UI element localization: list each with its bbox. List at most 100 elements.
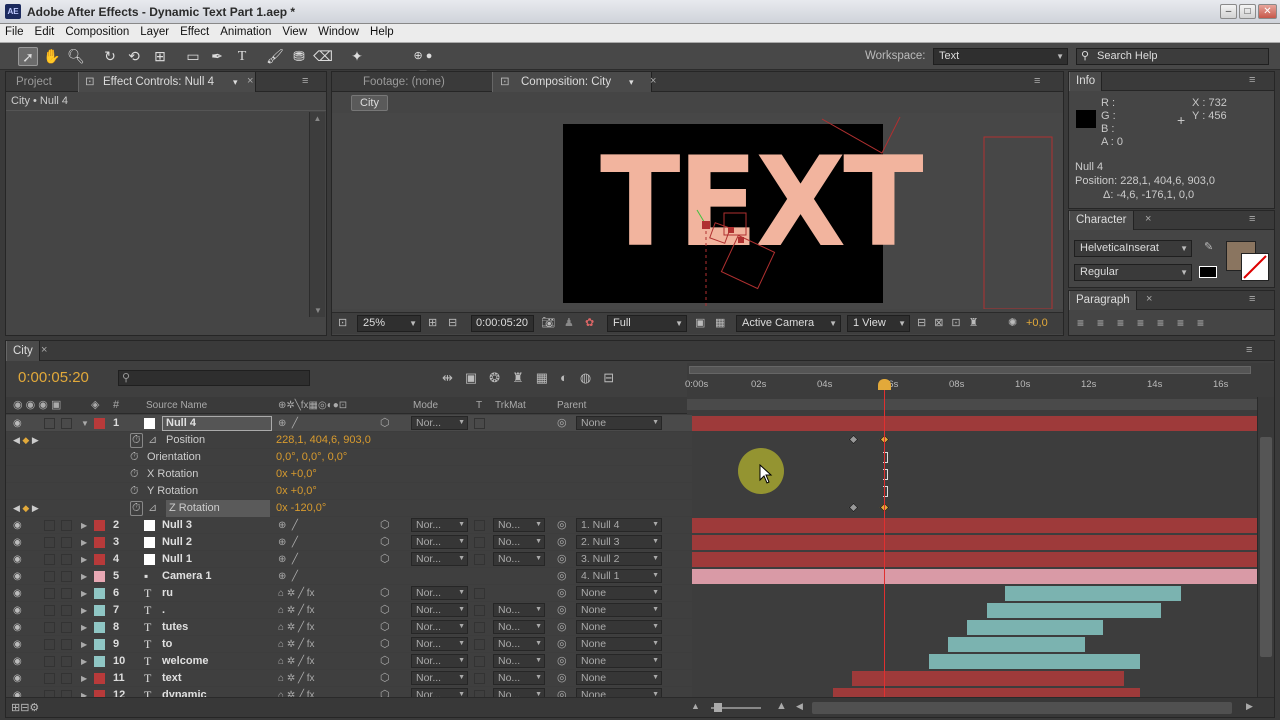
menu-edit[interactable]: Edit bbox=[30, 24, 61, 38]
parent-dropdown[interactable]: None ▼ bbox=[576, 603, 662, 617]
property-row[interactable]: ⏱︎ Orientation 0,0°, 0,0°, 0,0° bbox=[6, 449, 692, 466]
current-time-indicator[interactable] bbox=[884, 381, 885, 697]
lock-box[interactable] bbox=[61, 690, 72, 697]
mode-dropdown[interactable]: Nor... ▼ bbox=[411, 620, 468, 634]
chevron-right-icon[interactable]: ▶ bbox=[81, 568, 87, 585]
mode-dropdown[interactable]: Nor... ▼ bbox=[411, 535, 468, 549]
pickwhip-icon[interactable]: ◎ bbox=[557, 415, 567, 432]
3d-layer-icon[interactable]: ⬡ bbox=[380, 415, 390, 432]
zoom-in-icon[interactable]: ▲ bbox=[776, 700, 787, 712]
label-color-swatch[interactable] bbox=[94, 418, 105, 429]
zoom-tool-icon[interactable]: 🔍︎ bbox=[66, 47, 86, 66]
eye-icon[interactable]: ◉ bbox=[13, 602, 22, 619]
menu-animation[interactable]: Animation bbox=[215, 24, 277, 38]
layer-row[interactable]: ◉ ▶ 11 Ttext ⌂ ✲ ╱ fx ⬡ Nor... ▼ No... ▼ ◎ None ▼ bbox=[6, 670, 692, 687]
layer-name[interactable]: dynamic bbox=[162, 687, 207, 697]
camera-view-dropdown[interactable]: Active Camera ▼ bbox=[736, 315, 841, 332]
lock-box[interactable] bbox=[61, 588, 72, 599]
orbit-camera-icon[interactable]: ⟲ bbox=[124, 47, 144, 66]
stopwatch-icon[interactable]: ⏱︎ bbox=[130, 501, 143, 516]
keyframe-diamond[interactable] bbox=[848, 434, 859, 445]
resolution-dropdown[interactable]: Full ▼ bbox=[607, 315, 687, 332]
view-options-icons[interactable]: ⊟⊠⊡♜ bbox=[917, 316, 987, 329]
preserve-transparency-box[interactable] bbox=[474, 554, 485, 565]
lock-box[interactable] bbox=[61, 554, 72, 565]
chevron-right-icon[interactable]: ▶ bbox=[81, 602, 87, 619]
solo-box[interactable] bbox=[44, 537, 55, 548]
layer-name[interactable]: to bbox=[162, 636, 172, 653]
layer-row[interactable]: ◉ ▶ 4 Null 1 ⊕ ╱ ⬡ Nor... ▼ No... ▼ ◎ 3. Null 2 ▼ bbox=[6, 551, 692, 568]
timeline-switch-icons[interactable]: ⇹▣❂♜▦◐◍⊟ bbox=[442, 370, 626, 386]
label-color-swatch[interactable] bbox=[94, 639, 105, 650]
header-source-name[interactable]: Source Name bbox=[146, 397, 207, 414]
paragraph-align-icons[interactable]: ≡≡≡≡≡≡≡ bbox=[1077, 316, 1217, 330]
viewer-timecode[interactable]: 0:00:05:20 bbox=[471, 315, 534, 332]
trkmat-dropdown[interactable]: No... ▼ bbox=[493, 552, 545, 566]
preserve-transparency-box[interactable] bbox=[474, 622, 485, 633]
menu-composition[interactable]: Composition bbox=[60, 24, 135, 38]
always-preview-icon[interactable]: ⊡ bbox=[338, 316, 347, 329]
pickwhip-icon[interactable]: ◎ bbox=[557, 670, 567, 687]
lock-box[interactable] bbox=[61, 418, 72, 429]
panel-menu-icon[interactable]: ≡ bbox=[1034, 75, 1040, 87]
eye-icon[interactable]: ◉ bbox=[13, 551, 22, 568]
mode-dropdown[interactable]: Nor... ▼ bbox=[411, 552, 468, 566]
tab-composition[interactable]: ⊡ Composition: City ▾ bbox=[492, 72, 652, 92]
font-style-dropdown[interactable]: Regular ▼ bbox=[1074, 264, 1192, 281]
exposure-icon[interactable]: ✺ bbox=[1008, 316, 1017, 329]
eye-icon[interactable]: ◉ bbox=[13, 670, 22, 687]
3d-layer-icon[interactable]: ⬡ bbox=[380, 687, 390, 697]
eye-icon[interactable]: ◉ bbox=[13, 653, 22, 670]
property-value[interactable]: 228,1, 404,6, 903,0 bbox=[276, 432, 371, 449]
menu-help[interactable]: Help bbox=[365, 24, 400, 38]
lock-box[interactable] bbox=[61, 520, 72, 531]
property-row[interactable]: ⏱︎ X Rotation 0x +0,0° bbox=[6, 466, 692, 483]
scrollbar[interactable]: ▲ ▼ bbox=[309, 112, 325, 317]
layer-row[interactable]: ◉ ▶ 3 Null 2 ⊕ ╱ ⬡ Nor... ▼ No... ▼ ◎ 2. Null 3 ▼ bbox=[6, 534, 692, 551]
timeline-search-input[interactable]: ⚲ bbox=[118, 370, 310, 386]
layer-switch-icons[interactable]: ⊕ ╱ bbox=[278, 415, 298, 432]
tab-effect-controls[interactable]: ⊡ Effect Controls: Null 4 ▾ bbox=[78, 72, 256, 92]
3d-layer-icon[interactable]: ⬡ bbox=[380, 517, 390, 534]
layer-duration-bar[interactable] bbox=[692, 569, 1257, 584]
work-area-bar[interactable] bbox=[689, 366, 1251, 374]
layer-row[interactable]: ◉ ▶ 10 Twelcome ⌂ ✲ ╱ fx ⬡ Nor... ▼ No... ▼ ◎ None ▼ bbox=[6, 653, 692, 670]
header-trkmat[interactable]: TrkMat bbox=[495, 397, 526, 414]
lock-box[interactable] bbox=[61, 571, 72, 582]
stopwatch-icon[interactable]: ⏱︎ bbox=[130, 433, 143, 448]
solo-box[interactable] bbox=[44, 690, 55, 697]
layer-duration-bar[interactable] bbox=[692, 552, 1257, 567]
rotate-tool-icon[interactable]: ↻ bbox=[100, 47, 120, 66]
lock-box[interactable] bbox=[61, 656, 72, 667]
tab-info[interactable]: Info bbox=[1069, 72, 1103, 91]
label-color-swatch[interactable] bbox=[94, 537, 105, 548]
lock-box[interactable] bbox=[61, 673, 72, 684]
trkmat-dropdown[interactable]: No... ▼ bbox=[493, 603, 545, 617]
graph-icon[interactable]: ⊿ bbox=[148, 432, 157, 449]
close-tab-icon[interactable]: × bbox=[41, 344, 47, 356]
property-value[interactable]: 0,0°, 0,0°, 0,0° bbox=[276, 449, 347, 466]
snapshot-icon[interactable]: 📷︎ bbox=[541, 316, 555, 329]
solo-box[interactable] bbox=[44, 639, 55, 650]
layer-row[interactable]: ◉ ▼ 1 Null 4 ⊕ ╱ ⬡ Nor... ▼ ◎ None ▼ bbox=[6, 415, 692, 432]
chevron-right-icon[interactable]: ▶ bbox=[81, 551, 87, 568]
layer-row[interactable]: ◉ ▶ 2 Null 3 ⊕ ╱ ⬡ Nor... ▼ No... ▼ ◎ 1. Null 4 ▼ bbox=[6, 517, 692, 534]
parent-dropdown[interactable]: None ▼ bbox=[576, 654, 662, 668]
pickwhip-icon[interactable]: ◎ bbox=[557, 619, 567, 636]
graph-icon[interactable]: ⊿ bbox=[148, 500, 157, 517]
workspace-dropdown[interactable]: Text ▼ bbox=[933, 48, 1068, 65]
close-tab-icon[interactable]: × bbox=[1145, 213, 1151, 225]
pickwhip-icon[interactable]: ◎ bbox=[557, 534, 567, 551]
3d-layer-icon[interactable]: ⬡ bbox=[380, 636, 390, 653]
eye-icon[interactable]: ◉ bbox=[13, 517, 22, 534]
parent-dropdown[interactable]: 2. Null 3 ▼ bbox=[576, 535, 662, 549]
close-tab-icon[interactable]: × bbox=[247, 75, 253, 87]
keyframe-navigator-icon[interactable]: ◀ ◆ ▶ bbox=[13, 500, 39, 517]
solo-box[interactable] bbox=[44, 673, 55, 684]
mask-visibility-icon[interactable]: ⊟ bbox=[448, 316, 457, 329]
label-color-swatch[interactable] bbox=[94, 605, 105, 616]
axis-mode-icon[interactable]: ⊕ ● ⊠ bbox=[413, 47, 433, 81]
timeline-timecode[interactable]: 0:00:05:20 bbox=[18, 369, 89, 386]
time-ruler[interactable]: 0:00s02s04s06s08s10s12s14s16s bbox=[685, 363, 1274, 415]
eye-icon[interactable]: ◉ bbox=[13, 534, 22, 551]
